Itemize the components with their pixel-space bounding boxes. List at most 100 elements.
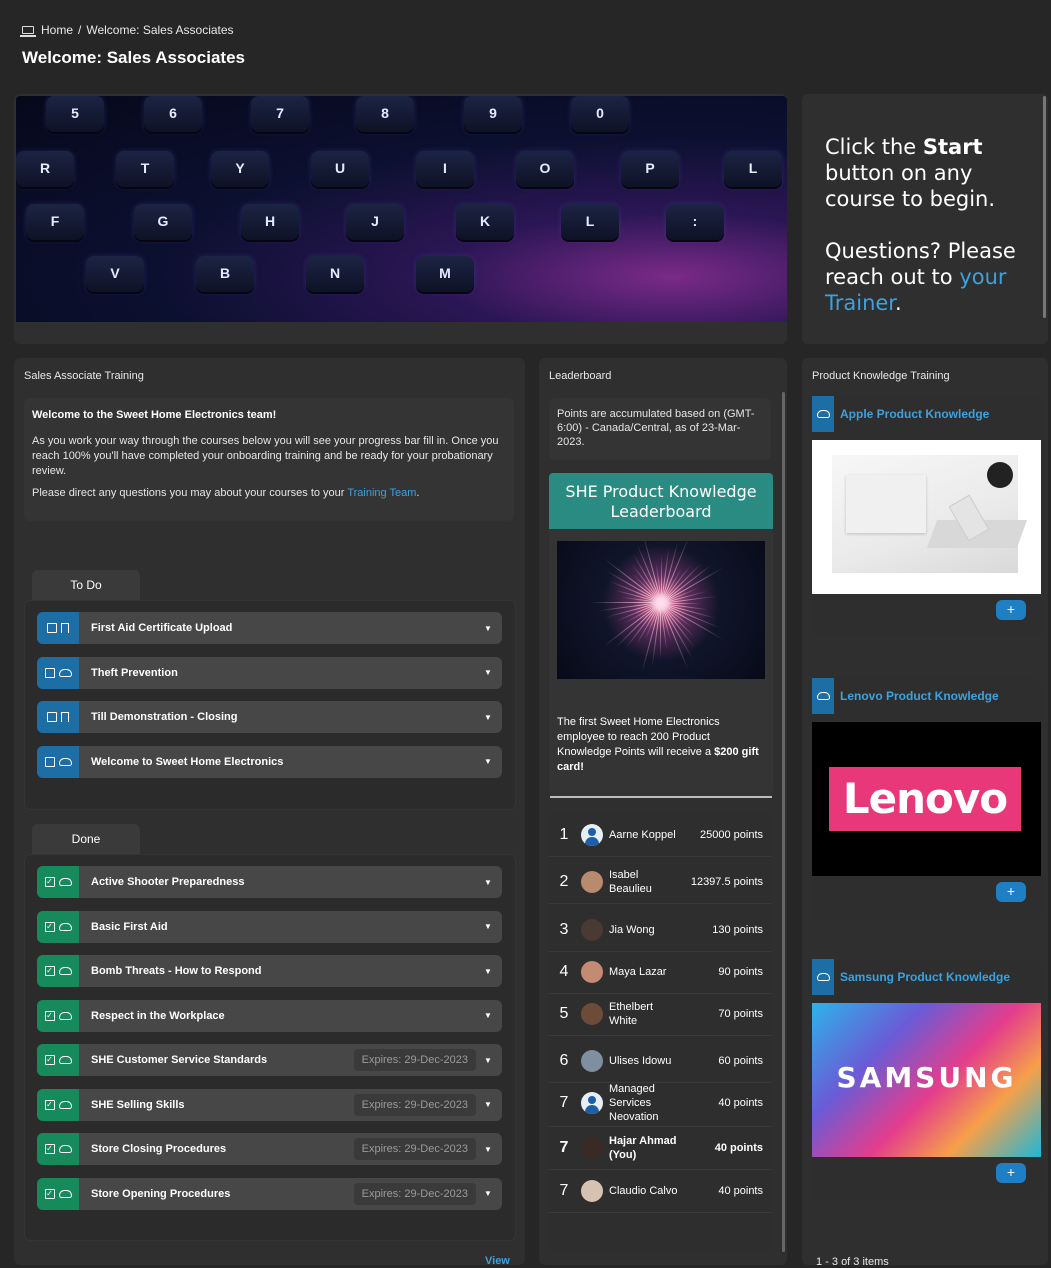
leaderboard-row: 1 Aarne Koppel 25000 points: [549, 813, 771, 857]
course-row[interactable]: ✓ Bomb Threats - How to Respond ▼: [37, 955, 502, 987]
course-title[interactable]: SHE Selling Skills: [91, 1099, 354, 1111]
course-row[interactable]: ✓ Active Shooter Preparedness ▼: [37, 866, 502, 898]
course-title[interactable]: First Aid Certificate Upload: [91, 622, 484, 634]
product-card-header[interactable]: Samsung Product Knowledge: [812, 959, 1010, 995]
chevron-down-icon[interactable]: ▼: [484, 922, 496, 931]
course-title[interactable]: SHE Customer Service Standards: [91, 1054, 354, 1066]
keyboard-key: L: [724, 151, 782, 187]
breadcrumb-current: Welcome: Sales Associates: [86, 23, 234, 37]
checked-box-icon: ✓: [44, 1055, 55, 1065]
product-card-header[interactable]: Apple Product Knowledge: [812, 396, 989, 432]
instructions-start-word: Start: [922, 135, 983, 159]
product-title[interactable]: Samsung Product Knowledge: [840, 970, 1010, 984]
leaderboard-scrollbar[interactable]: [782, 392, 785, 1252]
avatar: [581, 960, 603, 983]
training-team-link[interactable]: Training Team: [347, 487, 416, 499]
leaderboard-ranking: 1 Aarne Koppel 25000 points 2 Isabel Beaulie…: [549, 813, 771, 1253]
course-row[interactable]: ✓ SHE Selling Skills Expires: 29-Dec-2023 ▼: [37, 1088, 502, 1121]
product-training-panel: Product Knowledge Training Apple Product…: [802, 358, 1048, 1265]
completed-icon: ✓: [37, 1044, 79, 1076]
add-button[interactable]: +: [996, 600, 1026, 620]
course-title[interactable]: Till Demonstration - Closing: [91, 711, 484, 723]
course-row[interactable]: ✓ Store Opening Procedures Expires: 29-Dec…: [37, 1177, 502, 1210]
cloud-icon: [812, 959, 834, 995]
instructions-text: Click the Start button on any course to …: [825, 134, 1025, 316]
course-row[interactable]: ✓ Store Closing Procedures Expires: 29-Dec…: [37, 1133, 502, 1165]
laptop-icon: [20, 26, 36, 37]
avatar: [581, 870, 603, 893]
expiry-badge: Expires: 29-Dec-2023: [353, 1182, 476, 1205]
leaderboard-row: 2 Isabel Beaulieu 12397.5 points: [549, 860, 771, 904]
chevron-down-icon[interactable]: ▼: [484, 1145, 496, 1154]
completed-icon: ✓: [37, 1088, 79, 1121]
cloud-icon: [812, 678, 834, 714]
leaderboard-card-text: The first Sweet Home Electronics employe…: [557, 715, 767, 775]
completed-icon: ✓: [37, 999, 79, 1032]
chevron-down-icon[interactable]: ▼: [484, 1011, 496, 1020]
lenovo-logo: Lenovo: [829, 767, 1021, 831]
welcome-intro: Welcome to the Sweet Home Electronics te…: [24, 398, 514, 521]
breadcrumb-home[interactable]: Home: [41, 23, 73, 37]
completed-icon: ✓: [37, 1177, 79, 1210]
chevron-down-icon[interactable]: ▼: [484, 668, 496, 677]
course-title[interactable]: Store Closing Procedures: [91, 1143, 354, 1155]
product-card-header[interactable]: Lenovo Product Knowledge: [812, 678, 999, 714]
course-row[interactable]: ✓ Basic First Aid ▼: [37, 910, 502, 943]
chevron-down-icon[interactable]: ▼: [484, 967, 496, 976]
rank-number: 1: [559, 825, 569, 843]
user-points: 90 points: [718, 965, 763, 978]
product-title[interactable]: Lenovo Product Knowledge: [840, 689, 999, 703]
expiry-badge: Expires: 29-Dec-2023: [353, 1049, 476, 1071]
tab-done[interactable]: Done: [32, 824, 140, 854]
lenovo-logo-image: Lenovo: [812, 722, 1041, 876]
course-title[interactable]: Bomb Threats - How to Respond: [91, 965, 484, 977]
add-button[interactable]: +: [996, 1163, 1026, 1183]
course-title[interactable]: Welcome to Sweet Home Electronics: [91, 756, 484, 768]
course-row[interactable]: Theft Prevention ▼: [37, 656, 502, 689]
course-row[interactable]: Till Demonstration - Closing ▼: [37, 701, 502, 733]
empty-box-icon: [47, 712, 57, 722]
course-row[interactable]: First Aid Certificate Upload ▼: [37, 612, 502, 644]
chevron-down-icon[interactable]: ▼: [484, 1056, 496, 1065]
chevron-down-icon[interactable]: ▼: [484, 878, 496, 887]
todo-list: First Aid Certificate Upload ▼ Theft Preve…: [24, 600, 516, 810]
hero-banner: 567890RTYUIOPLFGHJKL:VBNM: [14, 94, 787, 344]
chevron-down-icon[interactable]: ▼: [484, 624, 496, 633]
intro-contact-suffix: .: [416, 487, 420, 499]
course-row[interactable]: ✓ Respect in the Workplace ▼: [37, 999, 502, 1032]
keyboard-key: I: [416, 151, 474, 187]
course-title[interactable]: Basic First Aid: [91, 921, 484, 933]
checked-box-icon: ✓: [44, 921, 55, 932]
course-row[interactable]: Welcome to Sweet Home Electronics ▼: [37, 745, 502, 778]
course-row[interactable]: ✓ SHE Customer Service Standards Expires: …: [37, 1044, 502, 1076]
keyboard-key: K: [456, 204, 514, 240]
product-title[interactable]: Apple Product Knowledge: [840, 407, 989, 421]
instructions-panel: Click the Start button on any course to …: [802, 94, 1048, 344]
completed-icon: ✓: [37, 910, 79, 943]
intro-paragraph: As you work your way through the courses…: [32, 435, 499, 477]
intro-contact-prefix: Please direct any questions you may abou…: [32, 487, 348, 499]
leaderboard-title: Leaderboard: [549, 370, 612, 382]
course-title[interactable]: Theft Prevention: [91, 667, 484, 679]
user-points: 60 points: [718, 1054, 763, 1067]
completed-icon: ✓: [37, 955, 79, 987]
chevron-down-icon[interactable]: ▼: [484, 713, 496, 722]
tab-todo[interactable]: To Do: [32, 570, 140, 600]
leaderboard-card-title: SHE Product Knowledge Leaderboard: [549, 473, 773, 529]
leaderboard-row: 6 Ulises Idowu 60 points: [549, 1039, 771, 1083]
firework-spark: [660, 603, 661, 659]
panel-scrollbar[interactable]: [1043, 96, 1046, 318]
keyboard-key: F: [26, 204, 84, 240]
keyboard-key: 7: [251, 96, 309, 132]
chevron-down-icon[interactable]: ▼: [484, 1100, 496, 1109]
chevron-down-icon[interactable]: ▼: [484, 757, 496, 766]
chevron-down-icon[interactable]: ▼: [484, 1189, 496, 1198]
add-button[interactable]: +: [996, 882, 1026, 902]
rank-number: 2: [559, 872, 569, 890]
keyboard-key: 5: [46, 96, 104, 132]
course-title[interactable]: Active Shooter Preparedness: [91, 876, 484, 888]
divider: [550, 796, 772, 798]
course-title[interactable]: Respect in the Workplace: [91, 1010, 484, 1022]
view-link[interactable]: View: [485, 1255, 510, 1267]
course-title[interactable]: Store Opening Procedures: [91, 1188, 354, 1200]
